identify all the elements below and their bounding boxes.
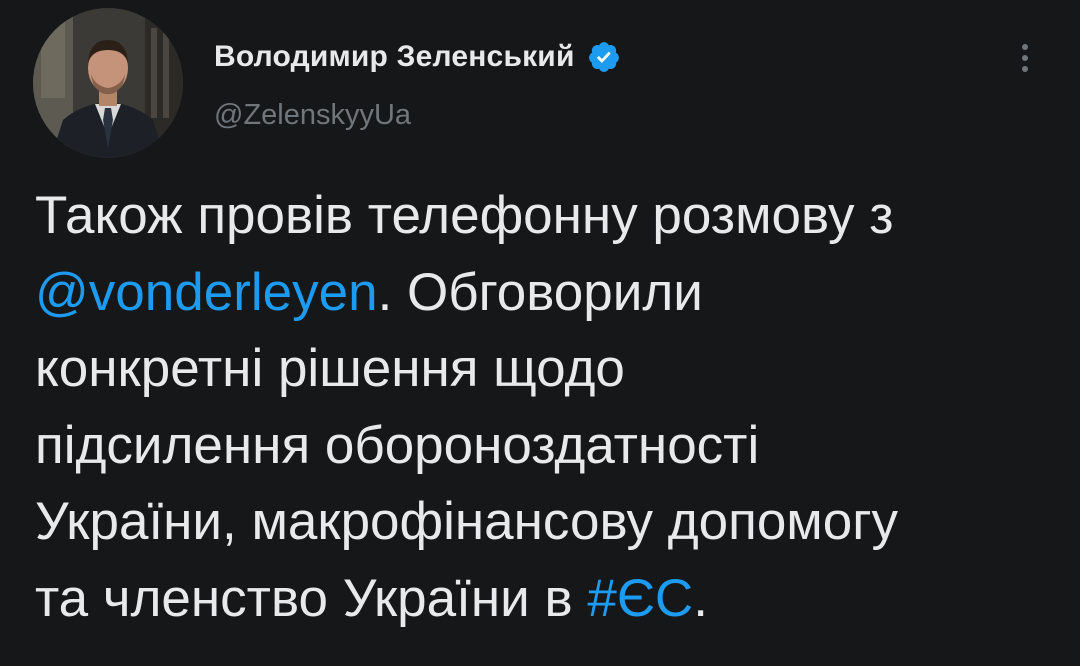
tweet-line: України, макрофінансову допомогу (35, 492, 899, 551)
tweet-line: @vonderleyen. Обговорили (35, 255, 1065, 332)
verified-badge-icon (587, 40, 621, 74)
name-row: Володимир Зеленський (214, 35, 621, 79)
profile-photo (33, 8, 183, 158)
tweet-card: Володимир Зеленський @ZelenskyyUa Також … (0, 0, 1080, 666)
tweet-text: Також провів телефонну розмову з @vonder… (35, 178, 1065, 637)
avatar[interactable] (33, 8, 183, 158)
tweet-line: підсилення обороноздатності (35, 415, 760, 475)
mention-link[interactable]: @vonderleyen (35, 263, 378, 322)
tweet-line-text: . (693, 568, 708, 628)
hashtag-link[interactable]: #ЄС (587, 569, 693, 628)
tweet-header: Володимир Зеленський @ZelenskyyUa (214, 35, 621, 135)
tweet-line-text: та членство України в (35, 568, 588, 628)
display-name[interactable]: Володимир Зеленський (214, 40, 575, 74)
more-dot (1022, 66, 1028, 72)
tweet-line: Також провів телефонну розмову з (35, 186, 894, 245)
tweet-line: та членство України в #ЄС. (35, 561, 1065, 638)
more-dot (1022, 55, 1028, 61)
more-options-icon[interactable] (1010, 36, 1040, 80)
more-dot (1022, 44, 1028, 50)
tweet-line: конкретні рішення щодо (35, 339, 625, 398)
tweet-line-text: . Обговорили (377, 262, 703, 322)
user-handle[interactable]: @ZelenskyyUa (214, 99, 621, 132)
